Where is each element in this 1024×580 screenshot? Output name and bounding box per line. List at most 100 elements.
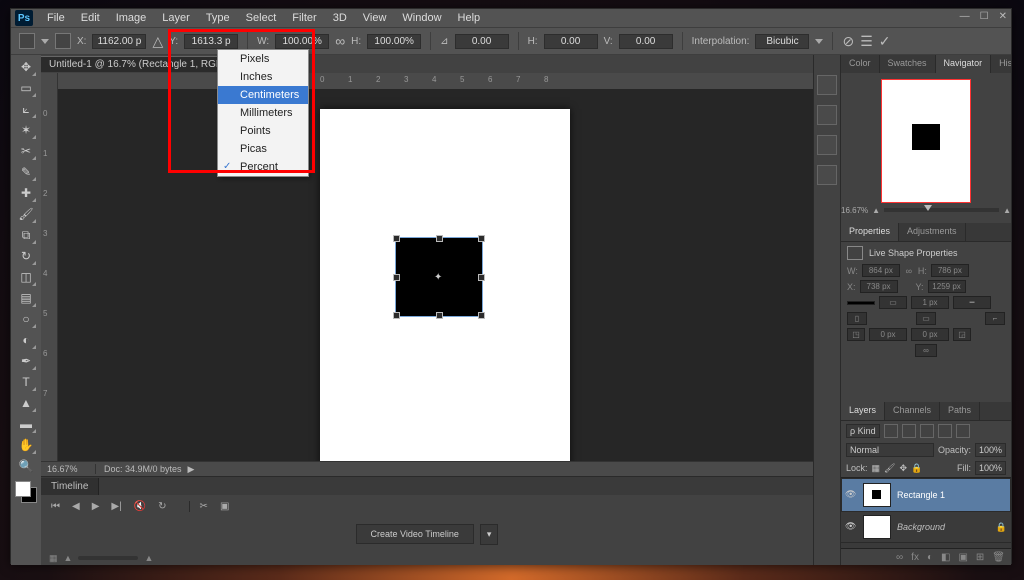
menu-layer[interactable]: Layer bbox=[154, 10, 198, 26]
history-panel-icon[interactable] bbox=[817, 75, 837, 95]
timeline-type-dropdown[interactable]: ▾ bbox=[480, 524, 499, 545]
history-brush-tool-icon[interactable]: ↻ bbox=[15, 246, 37, 266]
unit-percent[interactable]: ✓Percent bbox=[218, 158, 308, 176]
quick-select-tool-icon[interactable]: ✶ bbox=[15, 120, 37, 140]
h-field[interactable]: 100.00% bbox=[367, 34, 421, 49]
menu-edit[interactable]: Edit bbox=[73, 10, 108, 26]
tab-swatches[interactable]: Swatches bbox=[880, 55, 936, 73]
angle-field[interactable]: 0.00 bbox=[455, 34, 509, 49]
tab-color[interactable]: Color bbox=[841, 55, 880, 73]
horizontal-ruler[interactable]: 0 1 2 3 4 5 6 7 8 bbox=[58, 73, 813, 90]
filter-smart-icon[interactable] bbox=[956, 424, 970, 438]
corner-tl-field[interactable]: 0 px bbox=[869, 328, 907, 341]
unit-pixels[interactable]: Pixels bbox=[218, 50, 308, 68]
unit-centimeters[interactable]: Centimeters bbox=[218, 86, 308, 104]
rectangle-shape[interactable]: ✦ bbox=[395, 237, 483, 317]
menu-window[interactable]: Window bbox=[394, 10, 449, 26]
filter-shape-icon[interactable] bbox=[938, 424, 952, 438]
layer-mask-icon[interactable]: ◐ bbox=[927, 552, 933, 563]
layer-row-background[interactable]: 👁 Background 🔒 bbox=[841, 512, 1011, 543]
status-arrow-icon[interactable]: ▶ bbox=[182, 464, 195, 475]
y-field[interactable]: 1613.3 p bbox=[184, 34, 238, 49]
timeline-zoom-in-icon[interactable]: ▲ bbox=[144, 553, 153, 563]
link-wh-icon[interactable]: ∞ bbox=[335, 33, 345, 49]
color-swatches[interactable] bbox=[15, 481, 37, 503]
transform-handle-se[interactable] bbox=[478, 312, 485, 319]
unit-millimeters[interactable]: Millimeters bbox=[218, 104, 308, 122]
ruler-origin[interactable] bbox=[41, 73, 58, 90]
timeline-tab[interactable]: Timeline bbox=[41, 478, 99, 495]
prop-y-field[interactable]: 1259 px bbox=[928, 280, 966, 293]
tab-paths[interactable]: Paths bbox=[940, 402, 980, 420]
reference-point-icon[interactable] bbox=[55, 33, 71, 49]
corner-tl-icon[interactable]: ◳ bbox=[847, 328, 865, 341]
marquee-tool-icon[interactable]: ▭ bbox=[15, 78, 37, 98]
tab-channels[interactable]: Channels bbox=[885, 402, 940, 420]
link-corners-icon[interactable]: ∞ bbox=[915, 344, 937, 357]
filter-type-icon[interactable] bbox=[920, 424, 934, 438]
transform-handle-nw[interactable] bbox=[393, 235, 400, 242]
brush-tool-icon[interactable]: 🖌 bbox=[15, 204, 37, 224]
lock-transparency-icon[interactable]: ▦ bbox=[872, 463, 881, 474]
prop-w-field[interactable]: 864 px bbox=[862, 264, 900, 277]
timeline-zoom-out-icon[interactable]: ▲ bbox=[64, 553, 73, 563]
layer-name[interactable]: Rectangle 1 bbox=[897, 490, 945, 500]
transform-handle-e[interactable] bbox=[478, 274, 485, 281]
tool-preset-dropdown-icon[interactable] bbox=[41, 39, 49, 44]
zoom-tool-icon[interactable]: 🔍 bbox=[15, 456, 37, 476]
menu-3d[interactable]: 3D bbox=[325, 10, 355, 26]
stroke-width-field[interactable]: 1 px bbox=[911, 296, 949, 309]
swap-xy-icon[interactable]: △ bbox=[152, 33, 163, 50]
new-layer-icon[interactable]: ⊞ bbox=[976, 552, 984, 563]
fill-color-swatch[interactable] bbox=[847, 301, 875, 305]
cancel-transform-icon[interactable]: ⊘ bbox=[842, 33, 854, 50]
gradient-tool-icon[interactable]: ▤ bbox=[15, 288, 37, 308]
blur-tool-icon[interactable]: ○ bbox=[15, 309, 37, 329]
stroke-caps-icon[interactable]: ▭ bbox=[916, 312, 936, 325]
navigator-zoom-value[interactable]: 16.67% bbox=[841, 206, 868, 215]
hand-tool-icon[interactable]: ✋ bbox=[15, 435, 37, 455]
character-panel-icon[interactable] bbox=[817, 135, 837, 155]
unit-picas[interactable]: Picas bbox=[218, 140, 308, 158]
skew-h-field[interactable]: 0.00 bbox=[544, 34, 598, 49]
x-field[interactable]: 1162.00 p bbox=[92, 34, 146, 49]
timeline-play-icon[interactable]: ▶ bbox=[92, 501, 100, 512]
transform-tool-icon[interactable] bbox=[19, 33, 35, 49]
transform-handle-s[interactable] bbox=[436, 312, 443, 319]
visibility-toggle-icon[interactable]: 👁 bbox=[845, 521, 857, 533]
transform-handle-ne[interactable] bbox=[478, 235, 485, 242]
skew-v-field[interactable]: 0.00 bbox=[619, 34, 673, 49]
navigator-zoom-in-icon[interactable]: ▲ bbox=[1003, 206, 1011, 215]
timeline-zoom-slider[interactable] bbox=[78, 556, 138, 560]
prop-x-field[interactable]: 738 px bbox=[860, 280, 898, 293]
menu-type[interactable]: Type bbox=[198, 10, 238, 26]
pen-tool-icon[interactable]: ✒ bbox=[15, 351, 37, 371]
layer-fx-icon[interactable]: fx bbox=[911, 552, 919, 563]
blend-mode-select[interactable]: Normal bbox=[846, 443, 934, 457]
vertical-ruler[interactable]: 0 1 2 3 4 5 6 7 bbox=[41, 89, 58, 461]
timeline-transition-icon[interactable]: ▣ bbox=[220, 501, 229, 512]
unit-inches[interactable]: Inches bbox=[218, 68, 308, 86]
group-layers-icon[interactable]: ▣ bbox=[958, 552, 967, 563]
interpolation-dropdown-icon[interactable] bbox=[815, 39, 823, 44]
w-field[interactable]: 100.00% bbox=[275, 34, 329, 49]
layer-thumbnail[interactable] bbox=[863, 483, 891, 507]
canvas-page[interactable]: ✦ bbox=[320, 109, 570, 461]
filter-pixel-icon[interactable] bbox=[884, 424, 898, 438]
layer-name[interactable]: Background bbox=[897, 522, 945, 532]
navigator-zoom-slider[interactable] bbox=[884, 208, 999, 212]
tab-histogram[interactable]: Histogram bbox=[991, 55, 1011, 73]
menu-view[interactable]: View bbox=[355, 10, 395, 26]
commit-transform-icon[interactable]: ✓ bbox=[879, 33, 891, 50]
healing-tool-icon[interactable]: ✚ bbox=[15, 183, 37, 203]
corner-tr-field[interactable]: 0 px bbox=[911, 328, 949, 341]
actions-panel-icon[interactable] bbox=[817, 105, 837, 125]
timeline-split-icon[interactable]: ✂ bbox=[189, 501, 208, 512]
lock-position-icon[interactable]: ✥ bbox=[899, 463, 907, 474]
layer-thumbnail[interactable] bbox=[863, 515, 891, 539]
link-layers-icon[interactable]: ∞ bbox=[896, 552, 903, 563]
foreground-color-icon[interactable] bbox=[15, 481, 31, 497]
type-tool-icon[interactable]: T bbox=[15, 372, 37, 392]
window-minimize-icon[interactable]: — bbox=[960, 11, 970, 22]
prop-h-field[interactable]: 786 px bbox=[931, 264, 969, 277]
